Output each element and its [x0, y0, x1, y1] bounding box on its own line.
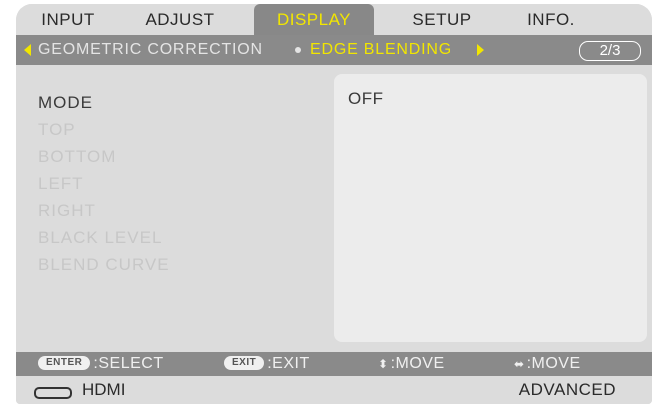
- tab-setup[interactable]: SETUP: [394, 4, 490, 35]
- left-right-arrows-icon: ⬌: [514, 357, 525, 371]
- value-panel: OFF: [334, 74, 647, 342]
- tab-info[interactable]: INFO.: [506, 4, 596, 35]
- menu-item-mode[interactable]: MODE: [38, 89, 170, 116]
- menu-item-right: RIGHT: [38, 201, 96, 220]
- help-move-vertical: ⬍:MOVE: [378, 352, 445, 376]
- up-down-arrows-icon: ⬍: [378, 357, 389, 371]
- exit-label: :EXIT: [267, 355, 310, 372]
- menu-item-top: TOP: [38, 120, 76, 139]
- move-vertical-label: :MOVE: [390, 355, 445, 372]
- tab-display[interactable]: DISPLAY: [254, 4, 374, 35]
- select-label: :SELECT: [93, 355, 164, 372]
- sub-menu-bar: GEOMETRIC CORRECTION EDGE BLENDING 2/3: [16, 35, 652, 65]
- enter-key-icon: ENTER: [38, 355, 91, 370]
- help-select: ENTER:SELECT: [38, 352, 164, 376]
- hdmi-connector-icon: [34, 387, 72, 399]
- menu-item-black-level: BLACK LEVEL: [38, 228, 163, 247]
- help-bar: ENTER:SELECT EXIT:EXIT ⬍:MOVE ⬌:MOVE: [16, 352, 652, 376]
- tab-bar: INPUT ADJUST DISPLAY SETUP INFO.: [16, 4, 652, 35]
- tab-input[interactable]: INPUT: [24, 4, 112, 35]
- bullet-icon: [295, 47, 301, 53]
- help-exit: EXIT:EXIT: [224, 352, 310, 376]
- help-move-horizontal: ⬌:MOVE: [514, 352, 581, 376]
- menu-item-blend-curve: BLEND CURVE: [38, 255, 170, 274]
- page-indicator: 2/3: [579, 41, 641, 61]
- menu-item-bottom: BOTTOM: [38, 147, 117, 166]
- status-bar: HDMI ADVANCED: [16, 376, 652, 404]
- osd-menu: INPUT ADJUST DISPLAY SETUP INFO. GEOMETR…: [16, 4, 652, 404]
- mode-value[interactable]: OFF: [348, 89, 384, 109]
- input-source: HDMI: [82, 380, 126, 399]
- menu-content: MODE TOP BOTTOM LEFT RIGHT BLACK LEVEL B…: [16, 65, 652, 352]
- menu-item-left: LEFT: [38, 174, 84, 193]
- menu-item-list: MODE TOP BOTTOM LEFT RIGHT BLACK LEVEL B…: [38, 89, 170, 278]
- menu-mode: ADVANCED: [518, 380, 616, 399]
- move-horizontal-label: :MOVE: [526, 355, 581, 372]
- sub-tab-geometric-correction[interactable]: GEOMETRIC CORRECTION: [38, 35, 263, 65]
- sub-tab-edge-blending[interactable]: EDGE BLENDING: [310, 35, 452, 65]
- arrow-left-icon[interactable]: [24, 44, 31, 56]
- arrow-right-icon[interactable]: [477, 44, 484, 56]
- exit-key-icon: EXIT: [224, 355, 265, 370]
- tab-adjust[interactable]: ADJUST: [126, 4, 234, 35]
